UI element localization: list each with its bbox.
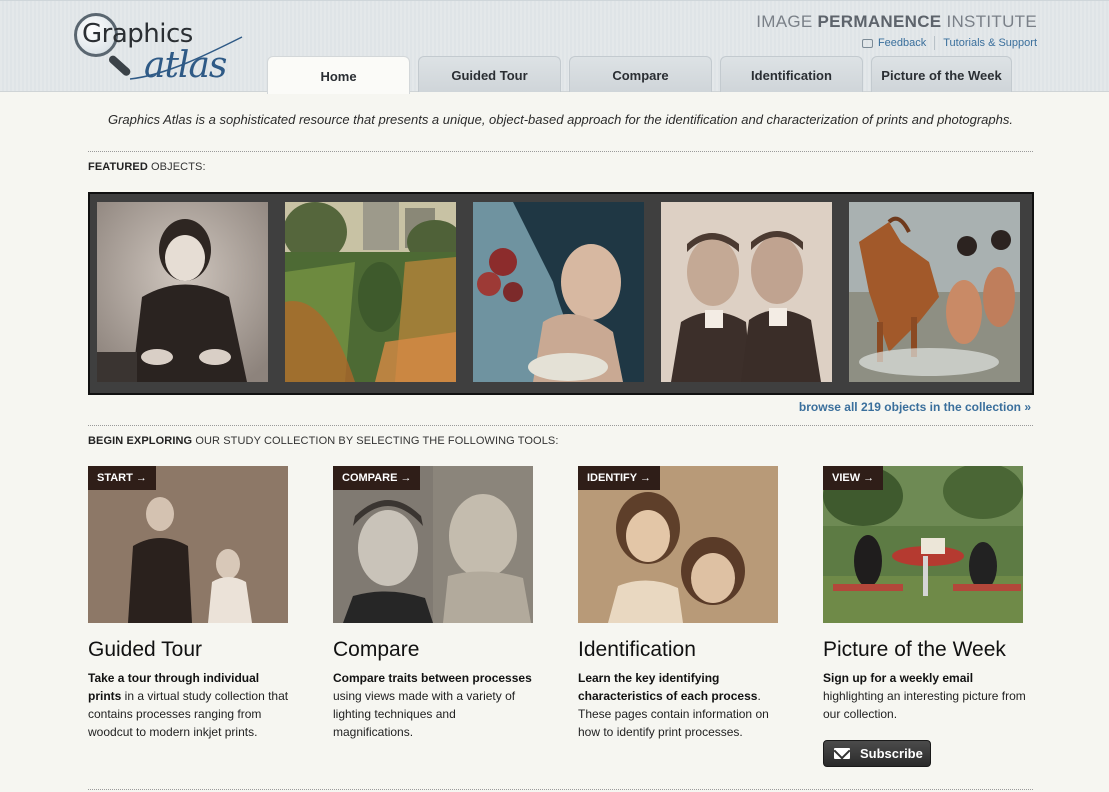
tab-home[interactable]: Home	[267, 56, 410, 94]
explore-label-rest: OUR STUDY COLLECTION BY SELECTING THE FO…	[192, 435, 559, 447]
guided-tour-title[interactable]: Guided Tour	[88, 638, 202, 662]
site-header: Graphics atlas IMAGE PERMANENCE INSTITUT…	[0, 0, 1109, 94]
explore-label-bold: BEGIN EXPLORING	[88, 435, 193, 447]
utility-links: Feedback Tutorials & Support	[861, 36, 1037, 50]
graphics-atlas-logo[interactable]: Graphics atlas	[72, 13, 252, 86]
desc-bold: Compare traits between processes	[333, 671, 532, 685]
divider	[934, 36, 936, 50]
featured-object-tulip-garden[interactable]	[285, 202, 456, 382]
compare-description: Compare traits between processes using v…	[333, 669, 538, 741]
institute-part2: PERMANENCE	[817, 12, 942, 31]
main-nav-tabs: Home Guided Tour Compare Identification …	[267, 56, 1020, 94]
featured-label-bold: FEATURED	[88, 161, 148, 173]
desc-bold: Learn the key identifying characteristic…	[578, 671, 758, 703]
picture-of-the-week-title[interactable]: Picture of the Week	[823, 638, 1006, 662]
identify-tag[interactable]: IDENTIFY →	[578, 466, 660, 490]
identification-description: Learn the key identifying characteristic…	[578, 669, 783, 741]
compare-title[interactable]: Compare	[333, 638, 419, 662]
institute-name[interactable]: IMAGE PERMANENCE INSTITUTE	[756, 12, 1037, 32]
desc-bold: Sign up for a weekly email	[823, 671, 974, 685]
tool-picture-of-the-week: VIEW → Picture of the Week Sign up for a…	[823, 466, 1026, 767]
feedback-link[interactable]: Feedback	[878, 37, 926, 49]
featured-objects-strip	[88, 192, 1034, 395]
tutorials-link[interactable]: Tutorials & Support	[943, 37, 1037, 49]
divider	[88, 789, 1033, 790]
picture-of-the-week-image[interactable]: VIEW →	[823, 466, 1023, 623]
tab-identification[interactable]: Identification	[720, 56, 863, 92]
institute-part1: IMAGE	[756, 12, 818, 31]
institute-part3: INSTITUTE	[941, 12, 1037, 31]
tool-compare: COMPARE → Compare Compare traits between…	[333, 466, 533, 739]
tool-identification: IDENTIFY → Identification Learn the key …	[578, 466, 778, 739]
identification-title[interactable]: Identification	[578, 638, 696, 662]
start-tag[interactable]: START →	[88, 466, 156, 490]
divider	[88, 151, 1033, 152]
compare-image[interactable]: COMPARE →	[333, 466, 533, 623]
intro-text: Graphics Atlas is a sophisticated resour…	[107, 112, 1013, 127]
guided-tour-description: Take a tour through individual prints in…	[88, 669, 293, 741]
view-tag[interactable]: VIEW →	[823, 466, 884, 490]
featured-object-child-portrait[interactable]	[97, 202, 268, 382]
featured-label-rest: OBJECTS:	[147, 161, 206, 173]
guided-tour-image[interactable]: START →	[88, 466, 288, 623]
picture-of-the-week-description: Sign up for a weekly email highlighting …	[823, 669, 1028, 723]
subscribe-button[interactable]: Subscribe	[823, 740, 931, 767]
mail-icon	[834, 748, 850, 759]
feedback-icon	[861, 38, 873, 48]
tab-picture-of-the-week[interactable]: Picture of the Week	[871, 56, 1012, 92]
identification-image[interactable]: IDENTIFY →	[578, 466, 778, 623]
explore-label: BEGIN EXPLORING OUR STUDY COLLECTION BY …	[88, 435, 559, 447]
tab-guided-tour[interactable]: Guided Tour	[418, 56, 561, 92]
divider	[88, 425, 1033, 426]
browse-all-link[interactable]: browse all 219 objects in the collection…	[799, 400, 1031, 414]
featured-object-horse-on-beach[interactable]	[849, 202, 1020, 382]
subscribe-label: Subscribe	[860, 746, 923, 761]
desc-rest: highlighting an interesting picture from…	[823, 689, 1026, 721]
logo-word-atlas: atlas	[144, 45, 227, 86]
tool-guided-tour: START → Guided Tour Take a tour through …	[88, 466, 288, 739]
desc-rest: using views made with a variety of light…	[333, 689, 516, 739]
featured-label: FEATURED OBJECTS:	[88, 161, 206, 173]
featured-object-woman-with-rose[interactable]	[473, 202, 644, 382]
featured-object-two-men[interactable]	[661, 202, 832, 382]
compare-tag[interactable]: COMPARE →	[333, 466, 421, 490]
tab-compare[interactable]: Compare	[569, 56, 712, 92]
